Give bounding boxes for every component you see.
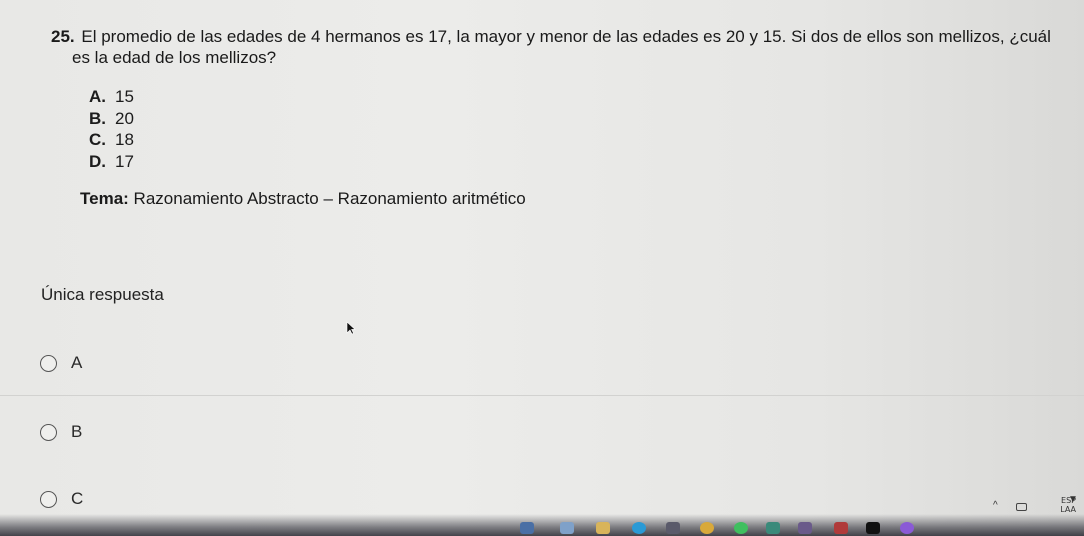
store-icon[interactable] [666, 522, 680, 534]
option-letter: D. [89, 151, 106, 171]
netflix-icon[interactable] [866, 522, 880, 534]
option-list: A. 15 B. 20 C. 18 D. 17 [89, 86, 134, 172]
option-item: C. 18 [89, 129, 134, 151]
option-item: D. 17 [89, 151, 134, 173]
taskbar [0, 514, 1084, 536]
network-icon[interactable] [1016, 503, 1027, 511]
radio-label: B [71, 422, 83, 441]
question-line-2: es la edad de los mellizos? [72, 48, 277, 67]
option-value: 18 [115, 130, 134, 149]
radio-option-b[interactable]: B [40, 422, 82, 442]
radio-option-c[interactable]: C [40, 489, 83, 509]
option-value: 17 [115, 151, 134, 171]
radio-button[interactable] [40, 490, 57, 508]
edge-browser-icon[interactable] [632, 522, 646, 534]
radio-option-a[interactable]: A [40, 353, 82, 373]
radio-label: A [71, 353, 83, 372]
question-text: 25. El promedio de las edades de 4 herma… [51, 26, 1071, 68]
question-line-1: El promedio de las edades de 4 hermanos … [81, 27, 1051, 46]
option-value: 15 [115, 87, 134, 106]
radio-label: C [71, 489, 84, 508]
topic-line: Tema: Razonamiento Abstracto – Razonamie… [80, 189, 526, 209]
radio-button[interactable] [40, 423, 57, 441]
wifi-icon[interactable]: ▼ [1068, 494, 1078, 505]
whatsapp-icon[interactable] [734, 522, 748, 534]
topic-value: Razonamiento Abstracto – Razonamiento ar… [133, 189, 526, 208]
divider [0, 395, 1084, 396]
app-icon[interactable] [520, 522, 534, 534]
option-value: 20 [115, 108, 134, 128]
option-letter: A. [89, 87, 106, 106]
option-item: B. 20 [89, 108, 134, 130]
mouse-cursor-icon [346, 321, 356, 335]
app-icon[interactable] [766, 522, 780, 534]
answer-heading: Única respuesta [41, 285, 164, 304]
app-icon[interactable] [560, 522, 574, 534]
folder-icon[interactable] [596, 522, 610, 534]
app-icon[interactable] [900, 522, 914, 534]
chrome-icon[interactable] [700, 522, 714, 534]
topic-label: Tema: [80, 189, 129, 208]
app-icon[interactable] [834, 522, 848, 534]
app-icon[interactable] [798, 522, 812, 534]
region-label: LAA [1060, 505, 1076, 514]
chevron-up-icon[interactable]: ^ [993, 500, 998, 511]
option-letter: B. [89, 108, 106, 128]
option-item: A. 15 [89, 86, 134, 108]
question-number: 25. [51, 27, 75, 46]
radio-button[interactable] [40, 354, 57, 372]
option-letter: C. [89, 130, 106, 149]
